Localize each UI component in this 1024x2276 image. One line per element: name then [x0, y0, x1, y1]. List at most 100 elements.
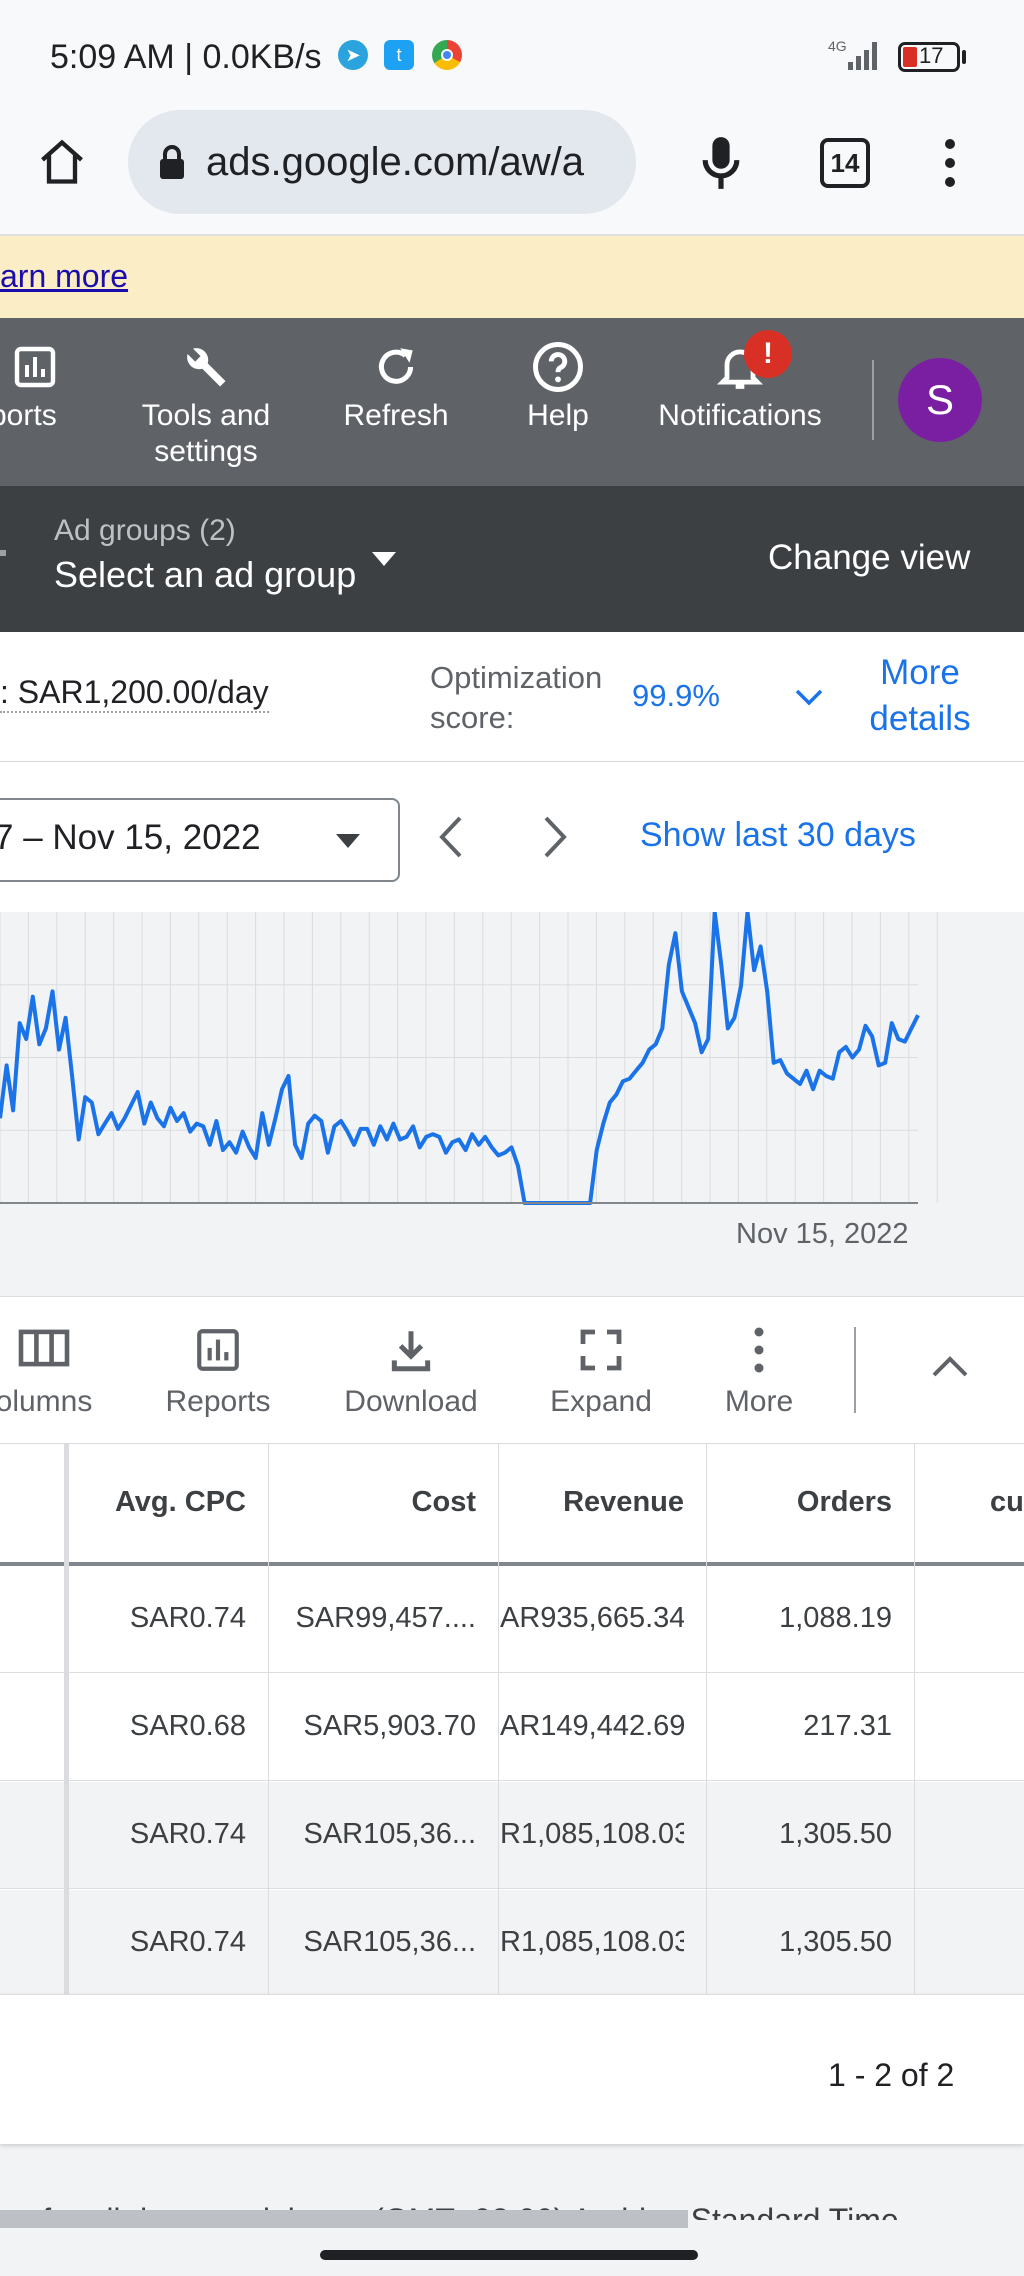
more-button[interactable]: More: [714, 1325, 804, 1419]
performance-chart: Nov 15, 2022: [0, 910, 1024, 1296]
browser-toolbar: ads.google.com/aw/a 14: [0, 100, 1024, 236]
url-text: ads.google.com/aw/a: [206, 139, 585, 184]
date-dropdown-icon: [336, 834, 360, 848]
dropdown-arrow-icon[interactable]: [370, 550, 398, 568]
download-icon: [391, 1331, 431, 1372]
microphone-icon[interactable]: [698, 134, 744, 192]
cell-avg-cpc: SAR0.74: [129, 1602, 246, 1634]
daily-budget[interactable]: : SAR1,200.00/day: [0, 674, 269, 713]
previous-period-icon[interactable]: [436, 814, 466, 860]
ad-group-bar: Ad groups (2) Select an ad group Change …: [0, 486, 1024, 632]
tools-settings-button[interactable]: Tools and settings: [126, 336, 286, 470]
next-period-icon[interactable]: [540, 814, 570, 860]
header-cut-off[interactable]: cu: [990, 1486, 1024, 1519]
download-label: Download: [344, 1385, 478, 1418]
chevron-down-icon[interactable]: [794, 688, 824, 708]
header-revenue[interactable]: Revenue: [500, 1486, 684, 1519]
refresh-icon: [378, 348, 414, 384]
more-vert-icon: [754, 1327, 764, 1373]
more-label: More: [724, 1385, 794, 1418]
breadcrumb-marker: [0, 550, 6, 556]
signal-icon: [848, 42, 877, 70]
cell-orders: 1,305.50: [779, 1926, 892, 1958]
lock-icon: [160, 145, 184, 179]
cell-cost: SAR5,903.70: [303, 1710, 476, 1742]
more-details-link[interactable]: More details: [850, 650, 990, 742]
ad-group-selector[interactable]: Select an ad group: [54, 554, 356, 596]
cell-cost: SAR105,36...: [303, 1818, 477, 1850]
date-range-value: 7 – Nov 15, 2022: [0, 818, 261, 857]
cell-avg-cpc: SAR0.74: [129, 1818, 246, 1850]
cell-orders: 1,305.50: [779, 1818, 892, 1850]
cell-revenue: R1,085,108.03: [500, 1818, 684, 1850]
column-divider: [268, 1444, 269, 1994]
header-orders[interactable]: Orders: [708, 1486, 892, 1519]
info-banner: arn more: [0, 236, 1024, 318]
table-reports-button[interactable]: Reports: [150, 1325, 286, 1419]
optimization-label-line1: Optimization: [430, 660, 603, 695]
refresh-label: Refresh: [343, 399, 449, 432]
table-toolbar-divider: [854, 1327, 856, 1413]
ad-groups-count: Ad groups (2): [54, 514, 236, 547]
cell-avg-cpc: SAR0.74: [129, 1926, 246, 1958]
help-button[interactable]: Help: [508, 336, 608, 434]
help-label: Help: [527, 399, 589, 432]
notifications-label: Notifications: [658, 399, 822, 432]
tab-switcher-button[interactable]: 14: [820, 138, 870, 188]
cell-orders: 1,088.19: [779, 1602, 892, 1634]
tab-count: 14: [830, 147, 860, 178]
reports-button[interactable]: ports: [0, 336, 80, 434]
status-bar: 5:09 AM | 0.0KB/s ➤ t 4G 17: [0, 0, 1024, 112]
expand-icon: [580, 1329, 622, 1371]
optimization-label-line2: score:: [430, 700, 515, 735]
cell-cost: SAR99,457....: [295, 1602, 476, 1634]
download-button[interactable]: Download: [334, 1325, 488, 1419]
header-avg-cpc[interactable]: Avg. CPC: [70, 1486, 246, 1519]
ad-group-select-label: Select an ad group: [54, 554, 357, 595]
date-range-row: 7 – Nov 15, 2022 Show last 30 days: [0, 762, 1024, 912]
optimization-score[interactable]: 99.9%: [632, 678, 720, 714]
column-divider: [914, 1444, 915, 1994]
wrench-icon: [187, 348, 226, 387]
ads-top-toolbar: ports Tools and settings Refresh: [0, 318, 1024, 486]
status-time: 5:09 AM | 0.0KB/s: [50, 38, 322, 76]
toolbar-divider: [872, 360, 874, 440]
page-horizontal-scrollbar[interactable]: [0, 2210, 688, 2228]
column-divider: [706, 1444, 707, 1994]
chart-x-end-label: Nov 15, 2022: [736, 1218, 909, 1250]
tools-label-line1: Tools and: [141, 399, 271, 432]
battery-level: 17: [919, 43, 944, 68]
more-details-line1: More: [880, 653, 960, 692]
table-reports-icon: [197, 1329, 239, 1371]
address-bar[interactable]: ads.google.com/aw/a: [128, 110, 636, 214]
more-details-line2: details: [869, 699, 971, 738]
account-avatar[interactable]: S: [898, 358, 982, 442]
table-reports-label: Reports: [165, 1385, 271, 1418]
help-icon: [533, 342, 583, 392]
show-last-30-days-button[interactable]: Show last 30 days: [640, 816, 916, 855]
browser-menu-icon[interactable]: [936, 136, 964, 190]
cell-cost: SAR105,36...: [303, 1926, 477, 1958]
header-cost[interactable]: Cost: [270, 1486, 476, 1519]
home-icon[interactable]: [36, 136, 88, 188]
telegram-icon: ➤: [338, 40, 368, 70]
data-table: Avg. CPC Cost Revenue Orders cu SAR0.74 …: [0, 1444, 1024, 2020]
expand-button[interactable]: Expand: [540, 1325, 662, 1419]
gesture-handle[interactable]: [320, 2250, 698, 2260]
refresh-button[interactable]: Refresh: [326, 336, 466, 434]
columns-button[interactable]: olumns: [0, 1325, 104, 1419]
column-divider: [498, 1444, 499, 1994]
learn-more-link[interactable]: arn more: [0, 258, 128, 295]
date-range-picker[interactable]: 7 – Nov 15, 2022: [0, 798, 400, 882]
battery-icon: 17: [898, 42, 960, 72]
expand-label: Expand: [550, 1385, 652, 1418]
table-toolbar: olumns Reports Download Expand More: [0, 1296, 1024, 1444]
change-view-button[interactable]: Change view: [768, 538, 970, 578]
cell-revenue: AR149,442.69: [500, 1710, 684, 1742]
table-footer: 1 - 2 of 2: [0, 1994, 1024, 2144]
notifications-button[interactable]: ! Notifications: [640, 330, 840, 434]
avatar-letter: S: [925, 376, 954, 423]
chart-grid: [0, 912, 938, 1203]
collapse-chevron-icon[interactable]: [930, 1353, 970, 1379]
tools-label-line2: settings: [154, 435, 258, 468]
